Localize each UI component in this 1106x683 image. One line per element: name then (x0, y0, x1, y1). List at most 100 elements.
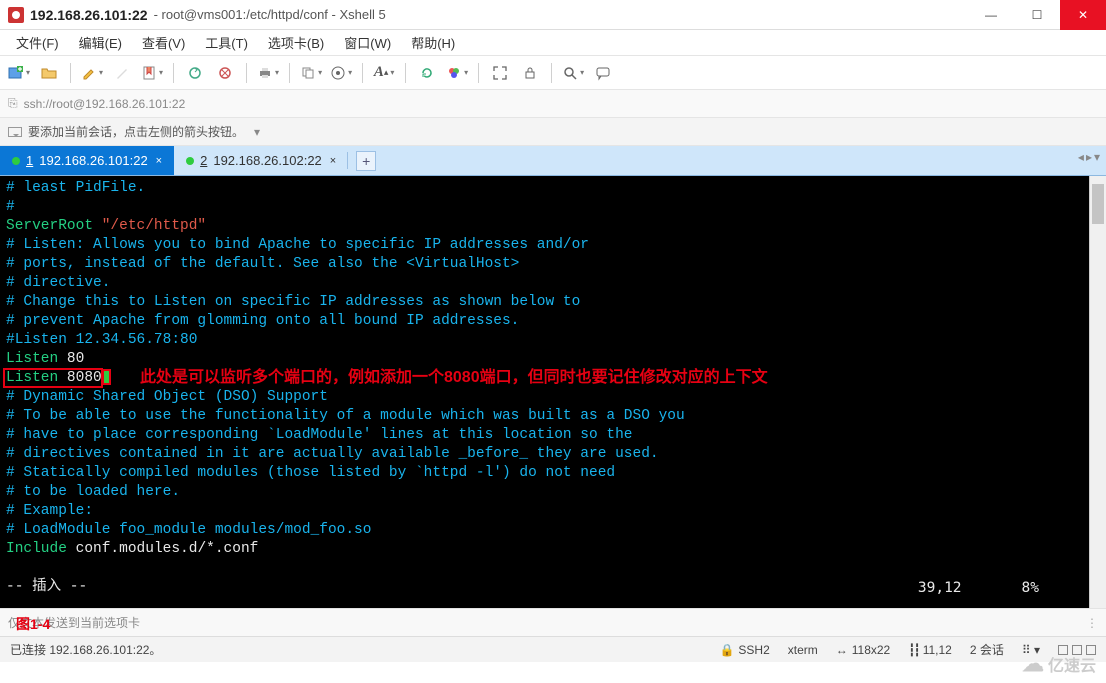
app-icon (8, 7, 24, 23)
copy-icon[interactable]: ▾ (298, 60, 324, 86)
annotation-text: 此处是可以监听多个端口的，例如添加一个8080端口，但同时也要记住修改对应的上下… (140, 368, 768, 387)
menu-edit[interactable]: 编辑(E) (73, 31, 128, 54)
tab-close-icon[interactable]: × (156, 155, 162, 167)
terminal-scrollbar[interactable] (1089, 176, 1106, 608)
menu-window[interactable]: 窗口(W) (338, 31, 397, 54)
status-protocol: 🔒SSH2 (719, 643, 769, 657)
minimize-button[interactable]: — (968, 0, 1014, 30)
menu-file[interactable]: 文件(F) (10, 31, 65, 54)
tab-session-1[interactable]: 1 192.168.26.101:22 × (0, 146, 174, 175)
status-dot-icon (186, 157, 194, 165)
fullscreen-icon[interactable] (487, 60, 513, 86)
brand-text: 亿速云 (1048, 652, 1096, 676)
menu-help[interactable]: 帮助(H) (405, 31, 461, 54)
menu-tools[interactable]: 工具(T) (199, 31, 254, 54)
tab-next-icon[interactable]: ▸ (1086, 150, 1092, 164)
status-bar: 已连接 192.168.26.101:22。 🔒SSH2 xterm ↔ 118… (0, 636, 1106, 662)
toolbar-separator (362, 63, 363, 83)
paste-icon[interactable]: ▾ (328, 60, 354, 86)
new-session-icon[interactable]: ▾ (6, 60, 32, 86)
tab-close-icon[interactable]: × (330, 155, 336, 167)
wand-icon[interactable] (109, 60, 135, 86)
compose-bar: 仅文本发送到当前选项卡 ⋮ 图1-4 (0, 608, 1106, 636)
print-icon[interactable]: ▾ (255, 60, 281, 86)
vim-position: 39,12 (918, 579, 962, 598)
hint-bar: 要添加当前会话，点击左侧的箭头按钮。 ▾ (0, 118, 1106, 146)
tab-prev-icon[interactable]: ◂ (1078, 150, 1084, 164)
tab-add: + (352, 146, 380, 175)
open-session-icon[interactable] (36, 60, 62, 86)
menu-tab[interactable]: 选项卡(B) (262, 31, 330, 54)
term-line: # To be able to use the functionality of… (6, 408, 685, 424)
color-icon[interactable]: ▾ (444, 60, 470, 86)
close-button[interactable]: ✕ (1060, 0, 1106, 30)
term-line: # Dynamic Shared Object (DSO) Support (6, 389, 328, 405)
menu-bar: 文件(F) 编辑(E) 查看(V) 工具(T) 选项卡(B) 窗口(W) 帮助(… (0, 30, 1106, 56)
status-cursor: ┇┇ 11,12 (908, 643, 952, 657)
term-line: # LoadModule foo_module modules/mod_foo.… (6, 522, 371, 538)
disconnect-icon[interactable] (212, 60, 238, 86)
tab-strip: 1 192.168.26.101:22 × 2 192.168.26.102:2… (0, 146, 1106, 176)
tab-label: 192.168.26.102:22 (213, 153, 321, 168)
title-bar: 192.168.26.101:22 - root@vms001:/etc/htt… (0, 0, 1106, 30)
lock-icon: 🔒 (719, 643, 734, 657)
reconnect-icon[interactable] (182, 60, 208, 86)
new-tab-button[interactable]: + (356, 151, 376, 171)
status-size: ↔ 118x22 (836, 643, 890, 657)
term-line: # to be loaded here. (6, 484, 180, 500)
terminal[interactable]: # least PidFile. # ServerRoot "/etc/http… (0, 176, 1089, 608)
message-icon (8, 127, 22, 137)
refresh-icon[interactable] (414, 60, 440, 86)
copy-url-icon[interactable]: ⎘ (8, 96, 18, 111)
toolbar-separator (478, 63, 479, 83)
term-line: # least PidFile. (6, 180, 145, 196)
figure-label: 图1-4 (16, 614, 50, 634)
address-bar: ⎘ ssh://root@192.168.26.101:22 (0, 90, 1106, 118)
term-line: # Listen: Allows you to bind Apache to s… (6, 237, 589, 253)
bookmark-icon[interactable]: ▾ (139, 60, 165, 86)
term-directive: Listen (6, 351, 58, 367)
term-line: # (6, 199, 15, 215)
status-dot-icon (12, 157, 20, 165)
hint-dropdown-icon[interactable]: ▾ (254, 125, 260, 139)
title-path: - root@vms001:/etc/httpd/conf - Xshell 5 (154, 7, 386, 22)
toolbar-separator (405, 63, 406, 83)
toolbar: ▾ ▾ ▾ ▾ ▾ ▾ A▴▾ ▾ ▾ (0, 56, 1106, 90)
compose-menu-icon[interactable]: ⋮ (1086, 616, 1098, 630)
tab-number: 1 (26, 153, 33, 168)
term-line: # prevent Apache from glomming onto all … (6, 313, 519, 329)
terminal-cursor (102, 369, 111, 385)
menu-view[interactable]: 查看(V) (136, 31, 191, 54)
status-connection: 已连接 192.168.26.101:22。 (10, 641, 161, 658)
term-value: conf.modules.d/*.conf (76, 541, 259, 557)
term-line: # Example: (6, 503, 93, 519)
cloud-icon: ☁ (1022, 651, 1044, 677)
toolbar-separator (173, 63, 174, 83)
toolbar-separator (70, 63, 71, 83)
term-line: # Statically compiled modules (those lis… (6, 465, 615, 481)
comment-icon[interactable] (590, 60, 616, 86)
address-url[interactable]: ssh://root@192.168.26.101:22 (24, 97, 186, 111)
toolbar-separator (246, 63, 247, 83)
highlight-icon[interactable]: ▾ (79, 60, 105, 86)
terminal-area: # least PidFile. # ServerRoot "/etc/http… (0, 176, 1106, 608)
status-term-type: xterm (788, 643, 818, 657)
font-icon[interactable]: A▴▾ (371, 60, 397, 86)
term-string: "/etc/httpd" (102, 218, 206, 234)
vim-percent: 8% (1022, 579, 1039, 598)
search-icon[interactable]: ▾ (560, 60, 586, 86)
tab-menu-icon[interactable]: ▾ (1094, 150, 1100, 164)
lock-icon[interactable] (517, 60, 543, 86)
term-line: #Listen 12.34.56.78:80 (6, 332, 197, 348)
tab-session-2[interactable]: 2 192.168.26.102:22 × (174, 146, 348, 175)
scrollbar-thumb[interactable] (1092, 184, 1104, 224)
maximize-button[interactable]: ☐ (1014, 0, 1060, 30)
term-line: # directives contained in it are actuall… (6, 446, 659, 462)
window-controls: — ☐ ✕ (968, 0, 1106, 30)
brand-watermark: ☁ 亿速云 (1022, 651, 1096, 677)
hint-text: 要添加当前会话，点击左侧的箭头按钮。 (28, 123, 244, 140)
status-sessions: 2 会话 (970, 641, 1004, 658)
term-line: # have to place corresponding `LoadModul… (6, 427, 633, 443)
term-value: 80 (67, 351, 84, 367)
title-host: 192.168.26.101:22 (30, 7, 148, 23)
